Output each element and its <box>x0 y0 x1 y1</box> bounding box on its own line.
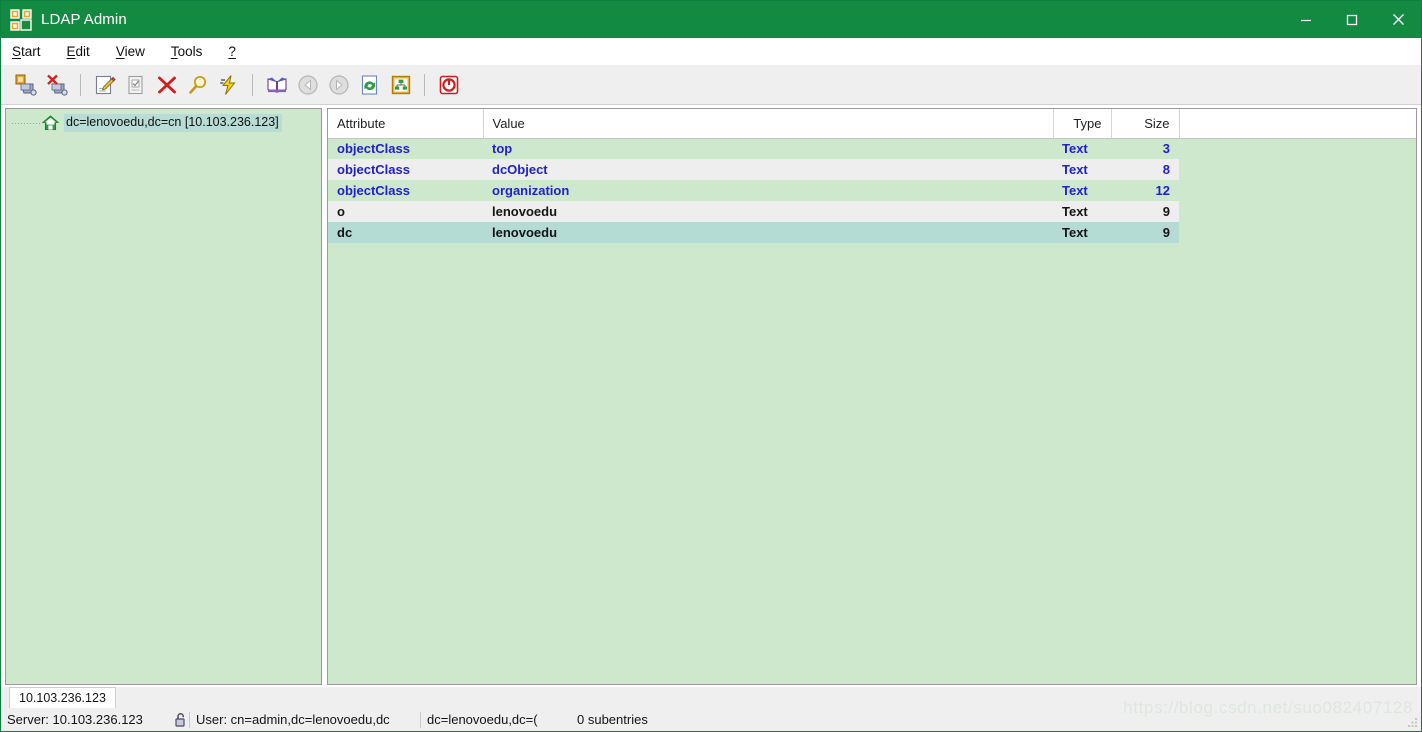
cell-filler <box>1179 180 1416 201</box>
cell-value: dcObject <box>483 159 1053 180</box>
new-entry-icon[interactable] <box>120 70 151 100</box>
menu-edit-label: dit <box>75 44 90 59</box>
column-header-type[interactable]: Type <box>1053 109 1112 139</box>
minimize-button[interactable] <box>1283 1 1329 38</box>
window-title: LDAP Admin <box>41 11 127 28</box>
table-row[interactable]: objectClass dcObject Text 8 <box>328 159 1416 180</box>
cell-type: Text <box>1053 222 1111 243</box>
close-button[interactable] <box>1375 1 1421 38</box>
toolbar-separator-3 <box>424 73 425 96</box>
cell-attribute: dc <box>328 222 483 243</box>
cell-filler <box>1179 138 1416 159</box>
column-header-filler <box>1179 109 1416 139</box>
cell-value: lenovoedu <box>483 201 1053 222</box>
menu-start-accel: S <box>12 44 22 59</box>
cell-attribute: o <box>328 201 483 222</box>
edit-entry-icon[interactable] <box>89 70 120 100</box>
toolbar-separator-2 <box>252 73 253 96</box>
toolbar <box>1 65 1421 105</box>
cell-type: Text <box>1053 180 1111 201</box>
green-house-icon <box>41 114 60 131</box>
menu-help-accel: ? <box>228 44 236 59</box>
org-chart-icon[interactable] <box>385 70 416 100</box>
maximize-button[interactable] <box>1329 1 1375 38</box>
cell-filler <box>1179 201 1416 222</box>
status-user: User: cn=admin,dc=lenovoedu,dc <box>190 708 420 731</box>
connect-icon[interactable] <box>10 70 41 100</box>
forward-arrow-icon[interactable] <box>323 70 354 100</box>
menu-view[interactable]: View <box>114 41 156 62</box>
menu-view-label: iew <box>124 44 145 59</box>
status-server-label: Server: 10.103.236.123 <box>7 712 143 727</box>
main-content: dc=lenovoedu,dc=cn [10.103.236.123] Attr… <box>1 105 1421 687</box>
cell-size: 3 <box>1111 138 1179 159</box>
power-off-icon[interactable] <box>433 70 464 100</box>
title-bar: LDAP Admin <box>1 1 1421 38</box>
cell-attribute: objectClass <box>328 138 483 159</box>
menu-start[interactable]: Start <box>10 41 52 62</box>
menu-edit[interactable]: Edit <box>65 41 101 62</box>
cell-size: 9 <box>1111 201 1179 222</box>
tree-item-root-label: dc=lenovoedu,dc=cn [10.103.236.123] <box>64 113 282 132</box>
cell-attribute: objectClass <box>328 159 483 180</box>
attribute-list-panel[interactable]: Attribute Value Type Size objectClass to… <box>327 108 1417 685</box>
menu-tools-accel: T <box>170 44 178 59</box>
cell-size: 12 <box>1111 180 1179 201</box>
column-header-size[interactable]: Size <box>1111 109 1180 139</box>
table-header-row: Attribute Value Type Size <box>328 109 1416 139</box>
cell-size: 8 <box>1111 159 1179 180</box>
connection-tab[interactable]: 10.103.236.123 <box>9 687 116 708</box>
tree-item-root[interactable]: dc=lenovoedu,dc=cn [10.103.236.123] <box>6 113 321 132</box>
status-base-dn: dc=lenovoedu,dc=( <box>421 708 571 731</box>
cell-type: Text <box>1053 159 1111 180</box>
menu-tools-label: ools <box>177 44 203 59</box>
ldap-admin-window: LDAP Admin Start Edit View Tools ? dc=le… <box>0 0 1422 732</box>
column-header-value[interactable]: Value <box>483 109 1054 139</box>
attribute-table: Attribute Value Type Size objectClass to… <box>328 109 1416 243</box>
window-controls <box>1283 1 1421 38</box>
connection-tab-strip: 10.103.236.123 <box>1 687 1421 709</box>
menu-edit-accel: E <box>66 44 76 59</box>
toolbar-separator-1 <box>80 73 81 96</box>
back-arrow-icon[interactable] <box>292 70 323 100</box>
cell-size: 9 <box>1111 222 1179 243</box>
cell-value: organization <box>483 180 1053 201</box>
menu-help[interactable]: ? <box>226 41 247 62</box>
unlocked-padlock-icon <box>173 712 189 728</box>
menu-tools[interactable]: Tools <box>169 41 214 62</box>
table-row[interactable]: objectClass top Text 3 <box>328 138 1416 159</box>
column-header-attribute[interactable]: Attribute <box>328 109 484 139</box>
status-area: 10.103.236.123 Server: 10.103.236.123 Us… <box>1 687 1421 731</box>
status-bar: Server: 10.103.236.123 User: cn=admin,dc… <box>1 708 1421 731</box>
connection-tab-label: 10.103.236.123 <box>19 691 106 705</box>
cell-attribute: objectClass <box>328 180 483 201</box>
disconnect-icon[interactable] <box>41 70 72 100</box>
cell-filler <box>1179 222 1416 243</box>
dictionary-icon[interactable] <box>261 70 292 100</box>
status-subentries-label: 0 subentries <box>577 712 648 727</box>
directory-tree-panel[interactable]: dc=lenovoedu,dc=cn [10.103.236.123] <box>5 108 322 685</box>
cell-value: top <box>483 138 1053 159</box>
menu-bar: Start Edit View Tools ? <box>1 38 1421 65</box>
status-server: Server: 10.103.236.123 <box>1 708 173 731</box>
cell-type: Text <box>1053 201 1111 222</box>
cell-type: Text <box>1053 138 1111 159</box>
status-subentries: 0 subentries <box>571 708 701 731</box>
status-user-label: User: cn=admin,dc=lenovoedu,dc <box>196 712 390 727</box>
status-base-dn-label: dc=lenovoedu,dc=( <box>427 712 538 727</box>
attribute-table-body: objectClass top Text 3 objectClass dcObj… <box>328 138 1416 243</box>
run-script-icon[interactable] <box>213 70 244 100</box>
menu-view-accel: V <box>115 44 125 59</box>
menu-start-label: tart <box>21 44 41 59</box>
delete-entry-icon[interactable] <box>151 70 182 100</box>
search-icon[interactable] <box>182 70 213 100</box>
table-row-selected[interactable]: dc lenovoedu Text 9 <box>328 222 1416 243</box>
refresh-icon[interactable] <box>354 70 385 100</box>
table-row[interactable]: objectClass organization Text 12 <box>328 180 1416 201</box>
table-row[interactable]: o lenovoedu Text 9 <box>328 201 1416 222</box>
cell-filler <box>1179 159 1416 180</box>
tree-connector-line <box>12 123 40 124</box>
cell-value: lenovoedu <box>483 222 1053 243</box>
app-icon <box>10 8 32 31</box>
